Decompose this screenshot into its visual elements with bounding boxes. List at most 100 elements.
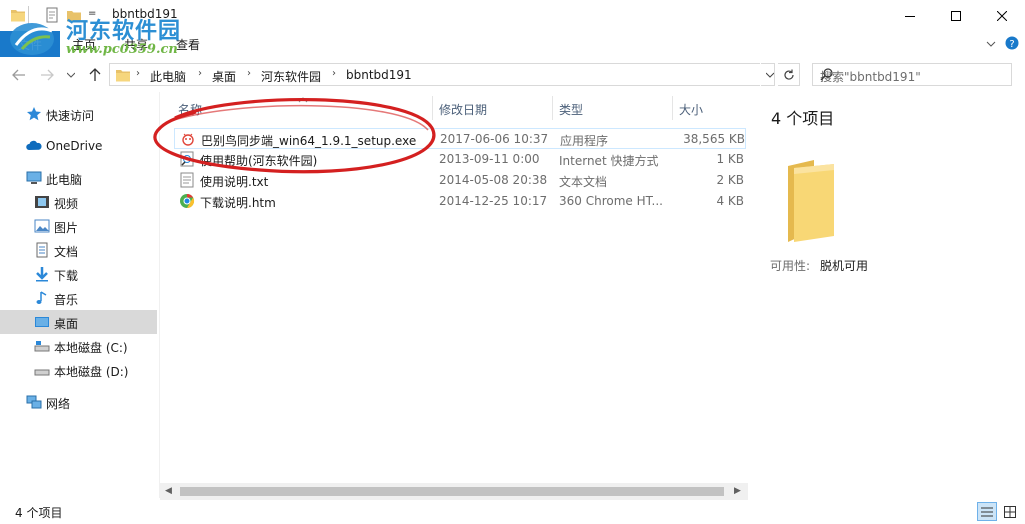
file-name: 使用帮助(河东软件园)	[200, 154, 318, 168]
file-size: 4 KB	[716, 194, 744, 208]
availability-label: 可用性:	[770, 259, 811, 273]
column-divider[interactable]	[432, 96, 433, 120]
column-header-date[interactable]: 修改日期	[439, 101, 487, 125]
pictures-icon	[34, 218, 50, 234]
sidebar-item-drive-c[interactable]: 本地磁盘 (C:)	[0, 334, 157, 358]
network-icon	[26, 394, 42, 410]
recent-locations-button[interactable]	[62, 66, 80, 84]
chevron-down-icon	[765, 72, 774, 78]
sidebar-item-music[interactable]: 音乐	[0, 286, 157, 310]
onedrive-cloud-icon	[26, 138, 42, 154]
music-icon	[34, 290, 50, 306]
watermark-title: 河东软件园	[66, 18, 182, 44]
large-icons-view-icon	[1004, 505, 1016, 518]
file-type: Internet 快捷方式	[559, 154, 659, 168]
details-pane: 4 个项目 可用性: 脱机可用	[748, 92, 1025, 498]
large-icons-view-button[interactable]	[1000, 502, 1020, 521]
sidebar-item-label: 视频	[54, 197, 79, 211]
table-row[interactable]: 巴别鸟同步端_win64_1.9.1_setup.exe 2017-06-06 …	[174, 128, 746, 149]
sidebar-item-label: 本地磁盘 (D:)	[54, 365, 129, 379]
breadcrumb-this-pc[interactable]: 此电脑	[150, 68, 186, 85]
videos-icon	[34, 194, 50, 210]
file-type: 文本文档	[559, 175, 608, 189]
table-row[interactable]: 使用帮助(河东软件园) 2013-09-11 0:00 Internet 快捷方…	[174, 149, 746, 170]
breadcrumb-separator-icon[interactable]: ›	[136, 68, 140, 79]
file-type: 360 Chrome HT...	[559, 194, 663, 208]
sidebar-item-this-pc[interactable]: 此电脑	[0, 166, 157, 190]
file-date: 2014-12-25 10:17	[439, 194, 548, 208]
sidebar-item-network[interactable]: 网络	[0, 390, 157, 414]
exe-bird-icon	[180, 131, 196, 147]
sidebar-item-pictures[interactable]: 图片	[0, 214, 157, 238]
breadcrumb-separator-icon[interactable]: ›	[247, 68, 251, 79]
chevron-down-icon	[67, 72, 75, 78]
sidebar-item-videos[interactable]: 视频	[0, 190, 157, 214]
sidebar-item-label: 下载	[54, 269, 79, 283]
table-row[interactable]: 使用说明.txt 2014-05-08 20:38 文本文档 2 KB	[174, 170, 746, 191]
chrome-html-icon	[179, 193, 195, 209]
column-divider[interactable]	[672, 96, 673, 120]
sidebar-item-label: 网络	[46, 397, 71, 411]
minimize-button[interactable]	[887, 0, 933, 31]
maximize-icon	[951, 10, 961, 21]
file-type: 应用程序	[560, 134, 609, 148]
close-icon	[997, 10, 1007, 21]
status-bar: 4 个项目	[0, 500, 1025, 524]
sidebar-item-quick-access[interactable]: 快速访问	[0, 102, 157, 126]
sidebar-item-documents[interactable]: 文档	[0, 238, 157, 262]
back-button[interactable]	[10, 66, 28, 84]
file-size: 38,565 KB	[683, 132, 745, 146]
forward-arrow-icon	[41, 69, 54, 81]
details-view-icon	[981, 507, 993, 516]
scroll-right-icon[interactable]: ▶	[734, 486, 741, 496]
details-view-button[interactable]	[977, 502, 997, 521]
ribbon-expand-icon[interactable]	[986, 38, 996, 52]
availability-value: 脱机可用	[820, 259, 869, 273]
refresh-button[interactable]	[778, 63, 800, 86]
search-input[interactable]: 搜索"bbntbd191"	[812, 63, 1012, 86]
file-list: 名称 修改日期 类型 大小 巴别鸟同步端_win64_1.9.1_setup.e…	[160, 92, 748, 498]
text-file-icon	[179, 172, 195, 188]
refresh-icon	[783, 69, 794, 80]
column-header-size[interactable]: 大小	[679, 101, 703, 125]
sidebar-item-label: OneDrive	[46, 139, 103, 153]
up-button[interactable]	[86, 66, 104, 84]
breadcrumb-hedong[interactable]: 河东软件园	[261, 68, 321, 85]
watermark-logo-icon	[10, 23, 54, 55]
breadcrumb-desktop[interactable]: 桌面	[212, 68, 236, 85]
drive-d-icon	[34, 362, 50, 378]
large-folder-icon	[784, 158, 838, 247]
sidebar-item-downloads[interactable]: 下载	[0, 262, 157, 286]
breadcrumb-separator-icon[interactable]: ›	[332, 68, 336, 79]
sort-ascending-icon	[298, 92, 308, 106]
file-date: 2017-06-06 10:37	[440, 132, 549, 146]
desktop-icon	[34, 314, 50, 330]
scroll-left-icon[interactable]: ◀	[165, 486, 172, 496]
sidebar-item-label: 文档	[54, 245, 79, 259]
watermark-url: www.pc0359.cn	[66, 42, 178, 57]
details-item-count: 4 个项目	[771, 109, 835, 128]
breadcrumb-separator-icon[interactable]: ›	[198, 68, 202, 79]
address-bar[interactable]: › 此电脑 › 桌面 › 河东软件园 › bbntbd191	[109, 63, 775, 86]
sidebar-item-drive-d[interactable]: 本地磁盘 (D:)	[0, 358, 157, 382]
breadcrumb-current[interactable]: bbntbd191	[346, 68, 412, 82]
back-arrow-icon	[12, 69, 25, 81]
internet-shortcut-icon	[179, 151, 195, 167]
close-button[interactable]	[979, 0, 1025, 31]
address-dropdown-button[interactable]	[760, 63, 778, 86]
column-divider[interactable]	[552, 96, 553, 120]
sidebar-item-onedrive[interactable]: OneDrive	[0, 134, 157, 158]
column-header-type[interactable]: 类型	[559, 101, 583, 125]
address-folder-icon	[115, 67, 131, 86]
horizontal-scrollbar[interactable]: ◀ ▶	[160, 483, 748, 500]
maximize-button[interactable]	[933, 0, 979, 31]
help-icon[interactable]: ?	[1005, 36, 1019, 53]
file-date: 2014-05-08 20:38	[439, 173, 548, 187]
this-pc-icon	[26, 170, 42, 186]
column-header-name[interactable]: 名称	[178, 101, 202, 125]
scrollbar-thumb[interactable]	[180, 487, 724, 496]
forward-button[interactable]	[38, 66, 56, 84]
search-icon[interactable]	[820, 68, 1006, 84]
table-row[interactable]: 下载说明.htm 2014-12-25 10:17 360 Chrome HT.…	[174, 191, 746, 212]
sidebar-item-desktop[interactable]: 桌面	[0, 310, 157, 334]
